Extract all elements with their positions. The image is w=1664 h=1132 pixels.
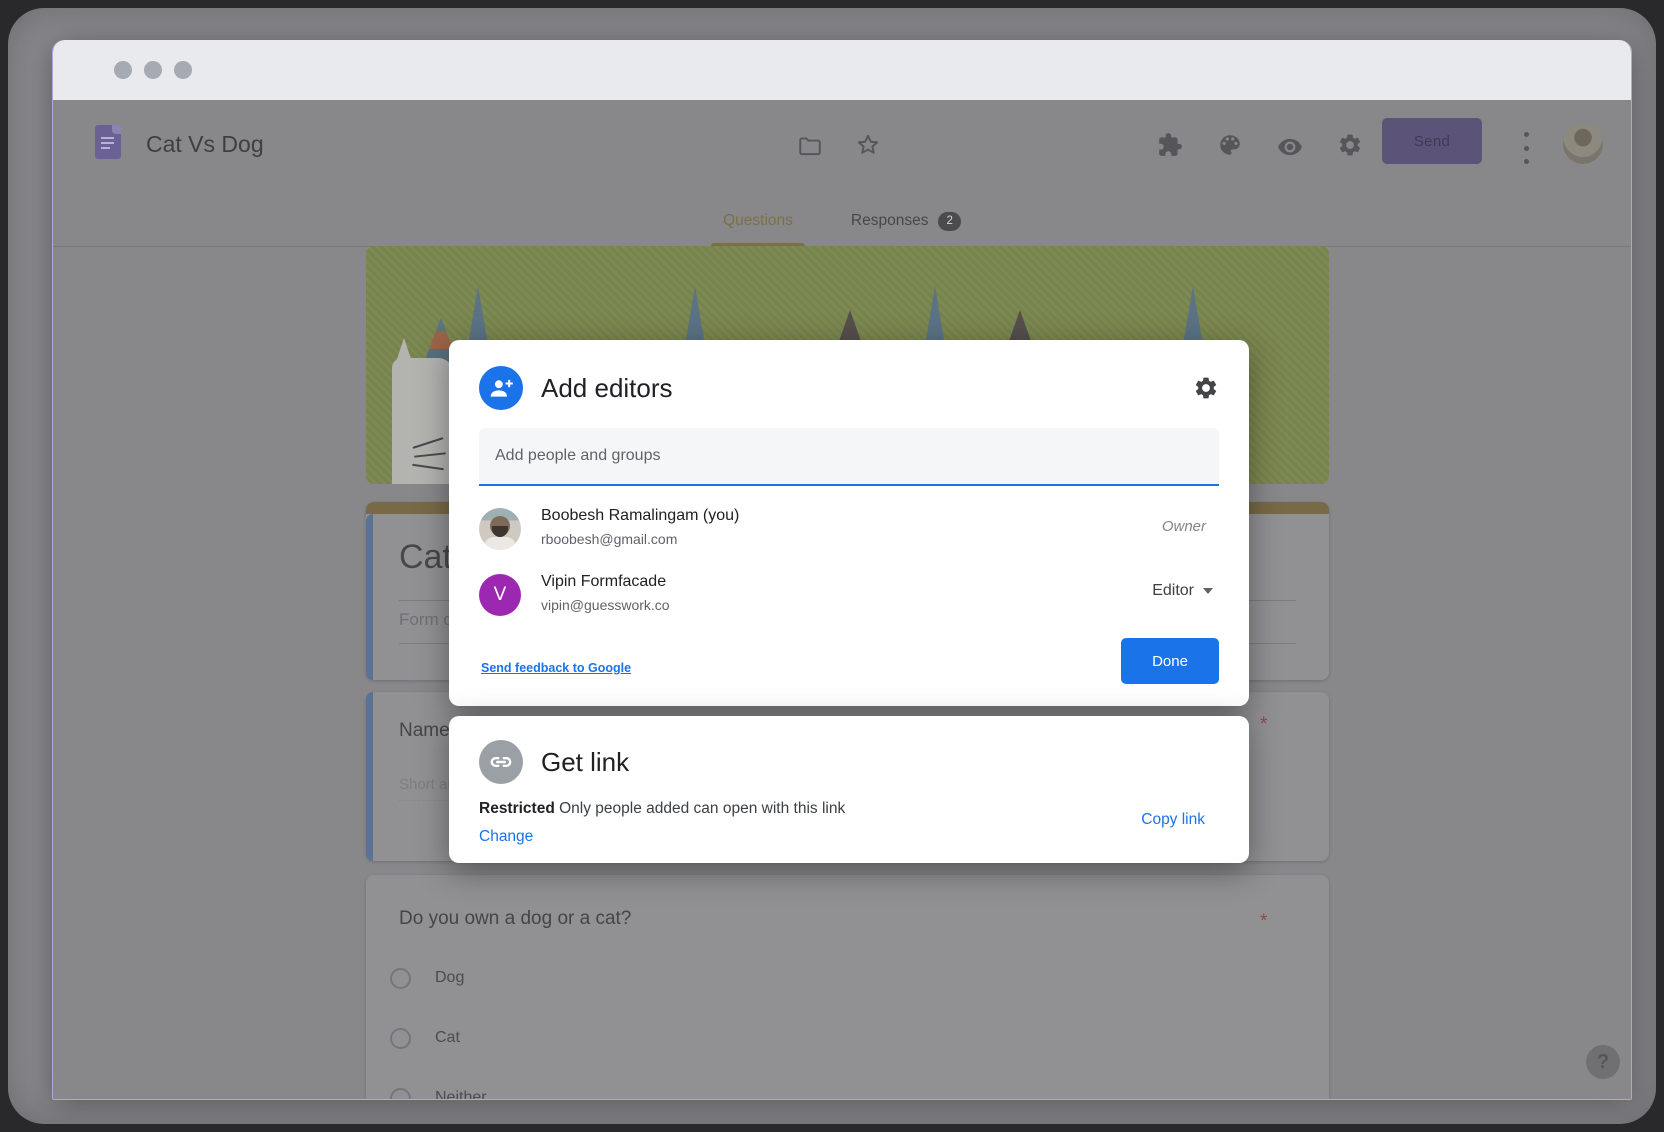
role-owner-label: Owner [1162, 518, 1206, 535]
responses-count-badge: 2 [938, 212, 960, 231]
more-options-kebab-icon[interactable] [1517, 130, 1535, 166]
tab-responses-label: Responses [851, 212, 929, 230]
desktop-background: Cat Vs Dog Send [8, 8, 1656, 1124]
copy-link-button[interactable]: Copy link [1141, 811, 1205, 829]
owner-avatar [479, 508, 521, 550]
person-name: Vipin Formfacade [541, 573, 666, 591]
required-asterisk: * [1260, 911, 1267, 933]
get-link-dialog: Get link Restricted Only people added ca… [449, 716, 1249, 863]
tab-questions-label: Questions [723, 212, 793, 230]
person-row: V Vipin Formfacade vipin@guesswork.co Ed… [449, 564, 1249, 630]
selected-card-indicator [366, 692, 373, 861]
browser-window: Cat Vs Dog Send [52, 40, 1632, 1100]
question-label[interactable]: Do you own a dog or a cat? [399, 908, 631, 930]
selected-card-indicator [366, 514, 373, 680]
option-label: Cat [435, 1029, 460, 1047]
window-control-dot[interactable] [174, 61, 192, 79]
account-avatar[interactable] [1563, 124, 1603, 164]
editor-avatar: V [479, 574, 521, 616]
theme-palette-icon[interactable] [1217, 132, 1243, 158]
option-label: Dog [435, 969, 464, 987]
radio-button-icon[interactable] [390, 968, 411, 989]
person-row: Boobesh Ramalingam (you) rboobesh@gmail.… [449, 498, 1249, 564]
add-people-input[interactable] [479, 428, 1219, 486]
dialog-title: Get link [541, 747, 629, 778]
send-button[interactable]: Send [1382, 118, 1482, 164]
cat-ear-illustration [1008, 310, 1032, 344]
window-control-dot[interactable] [114, 61, 132, 79]
share-settings-gear-icon[interactable] [1193, 375, 1219, 401]
person-name: Boobesh Ramalingam (you) [541, 507, 739, 525]
add-editors-dialog: Add editors Boobesh Ramalingam (you) rbo… [449, 340, 1249, 706]
link-icon [479, 740, 523, 784]
restricted-description: Only people added can open with this lin… [559, 800, 845, 817]
person-add-icon [479, 366, 523, 410]
role-dropdown-label: Editor [1152, 582, 1194, 600]
radio-option[interactable]: Cat [390, 1027, 460, 1049]
dialog-title: Add editors [541, 373, 673, 404]
google-forms-icon [95, 125, 121, 159]
change-link[interactable]: Change [479, 828, 533, 846]
settings-gear-icon[interactable] [1337, 132, 1363, 158]
question-card-choice[interactable]: Do you own a dog or a cat? * Dog Cat Nei… [366, 875, 1329, 1099]
radio-option[interactable]: Neither [390, 1087, 487, 1099]
required-asterisk: * [1260, 714, 1267, 736]
option-label: Neither [435, 1089, 487, 1099]
radio-option[interactable]: Dog [390, 967, 464, 989]
restriction-status: Restricted Only people added can open wi… [479, 800, 845, 818]
tab-responses[interactable]: Responses 2 [839, 196, 973, 246]
cat-ear-illustration [838, 310, 862, 344]
role-dropdown[interactable]: Editor [1152, 582, 1213, 600]
person-email: rboobesh@gmail.com [541, 531, 677, 547]
done-button[interactable]: Done [1121, 638, 1219, 684]
restricted-label: Restricted [479, 800, 555, 817]
star-icon[interactable] [855, 132, 881, 158]
folder-icon[interactable] [797, 133, 823, 159]
addons-puzzle-icon[interactable] [1157, 132, 1183, 158]
tab-questions[interactable]: Questions [711, 196, 805, 246]
radio-button-icon[interactable] [390, 1028, 411, 1049]
send-feedback-link[interactable]: Send feedback to Google [481, 661, 631, 675]
question-label[interactable]: Name [399, 720, 450, 742]
preview-eye-icon[interactable] [1277, 134, 1303, 160]
window-control-dot[interactable] [144, 61, 162, 79]
chevron-down-icon [1203, 588, 1213, 594]
page-content: Cat Vs Dog Send [53, 100, 1631, 1099]
form-title-header[interactable]: Cat Vs Dog [146, 131, 264, 158]
window-titlebar [53, 40, 1631, 100]
form-tabs: Questions Responses 2 [53, 196, 1631, 246]
person-email: vipin@guesswork.co [541, 597, 670, 613]
help-button[interactable]: ? [1586, 1045, 1620, 1079]
radio-button-icon[interactable] [390, 1088, 411, 1100]
